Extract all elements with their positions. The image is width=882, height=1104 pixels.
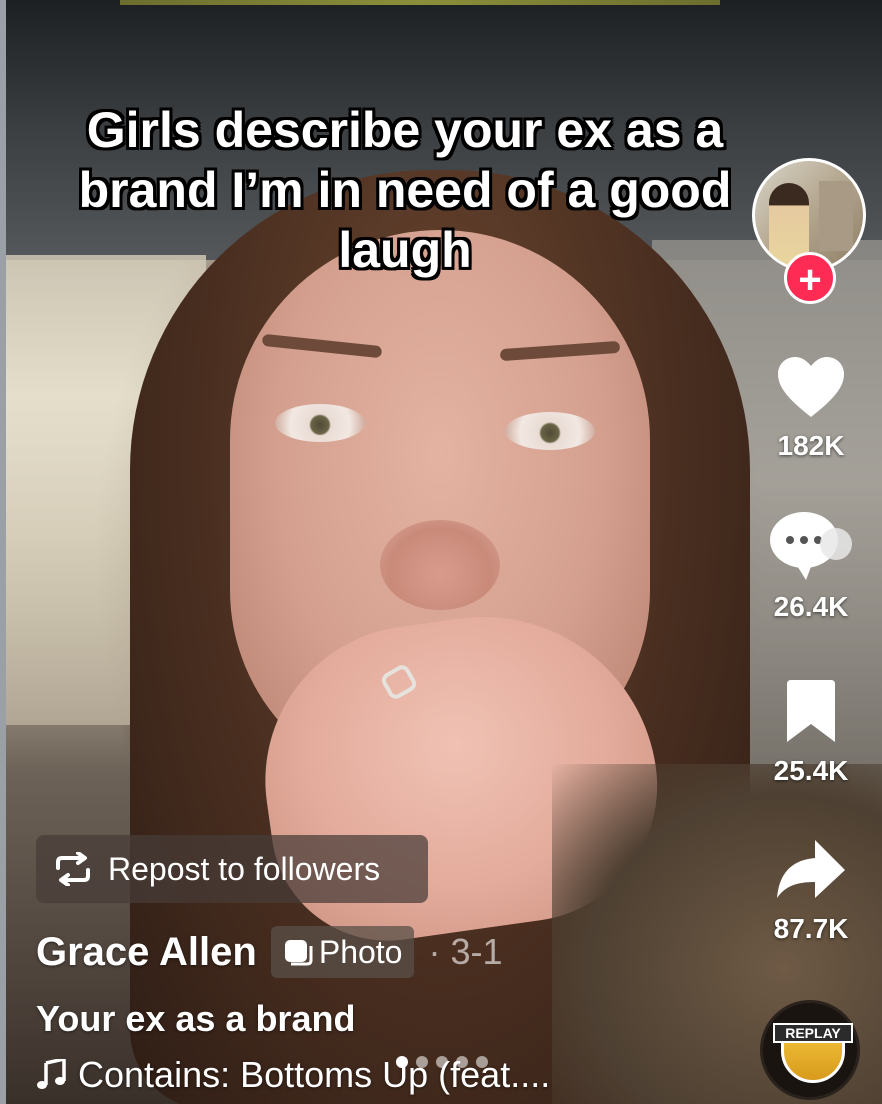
content-type-label: Photo: [318, 933, 403, 970]
post-description[interactable]: Your ex as a brand: [36, 998, 355, 1040]
carousel-dot[interactable]: [416, 1056, 428, 1068]
repost-icon: [52, 852, 94, 886]
carousel-dots: [396, 1056, 496, 1068]
content-type-badge: Photo: [270, 926, 415, 978]
eye-left: [275, 404, 365, 442]
creator-row: Grace Allen Photo · 3-1: [36, 922, 503, 982]
music-note-icon: [36, 1059, 66, 1091]
post-date: · 3-1: [428, 931, 503, 972]
replay-badge: REPLAY: [760, 1000, 860, 1100]
bookmark-icon: [752, 680, 870, 749]
photo-icon: [283, 938, 313, 966]
follow-button[interactable]: +: [784, 252, 836, 304]
repost-button[interactable]: Repost to followers: [36, 835, 428, 903]
avatar-shelf: [819, 181, 853, 251]
heart-icon: [752, 355, 870, 424]
creator-name[interactable]: Grace Allen: [36, 930, 257, 975]
comment-button[interactable]: 26.4K: [752, 510, 870, 623]
like-button[interactable]: 182K: [752, 355, 870, 462]
eye-right: [505, 412, 595, 450]
nose: [380, 520, 500, 610]
video-frame[interactable]: Girls describe your ex as a brand I’m in…: [0, 0, 882, 1104]
top-edge-strip: [120, 0, 720, 5]
comment-icon: [752, 510, 870, 585]
carousel-dot[interactable]: [476, 1056, 488, 1068]
carousel-dot[interactable]: [456, 1056, 468, 1068]
carousel-dot[interactable]: [396, 1056, 408, 1068]
share-button[interactable]: 87.7K: [752, 838, 870, 945]
carousel-dot[interactable]: [436, 1056, 448, 1068]
save-count: 25.4K: [773, 755, 849, 786]
comment-count: 26.4K: [773, 591, 849, 622]
video-caption: Girls describe your ex as a brand I’m in…: [78, 102, 732, 278]
share-count: 87.7K: [773, 913, 849, 944]
share-icon: [752, 838, 870, 907]
like-count: 182K: [777, 430, 845, 461]
left-edge-strip: [0, 0, 6, 1104]
replay-label: REPLAY: [773, 1023, 853, 1043]
repost-label: Repost to followers: [108, 850, 381, 887]
save-button[interactable]: 25.4K: [752, 680, 870, 787]
